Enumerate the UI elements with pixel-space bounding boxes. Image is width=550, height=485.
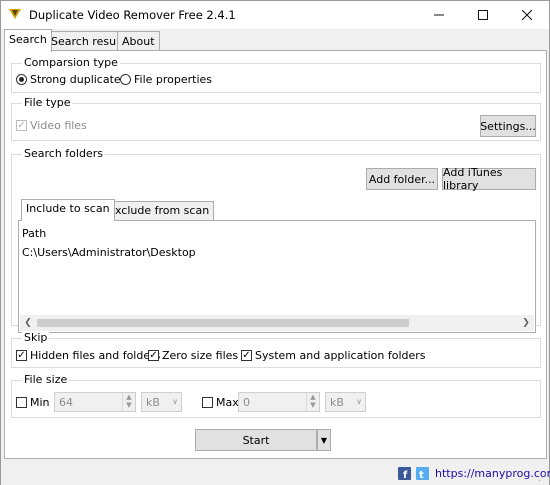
scan-tabs: Include to scan Exclude from scan Path C… [18, 199, 536, 333]
search-folders-group: Search folders Add folder... Add iTunes … [11, 147, 541, 333]
system-folders-label: System and application folders [255, 349, 426, 362]
max-size-checkbox[interactable]: Max [202, 396, 239, 409]
skip-title: Skip [22, 331, 50, 344]
close-icon [522, 10, 532, 20]
skip-group: Skip ✓ Hidden files and folders ✓ Zero s… [11, 331, 541, 368]
strong-duplicate-label: Strong duplicate [30, 73, 121, 86]
comparison-type-title: Comparsion type [22, 56, 120, 69]
list-item[interactable]: C:\Users\Administrator\Desktop [22, 246, 196, 259]
minimize-button[interactable] [417, 1, 461, 29]
chevron-down-icon: ∨ [356, 397, 362, 406]
max-size-value: 0 [243, 396, 250, 409]
checkbox-icon [16, 397, 27, 408]
search-tab-panel: Comparsion type Strong duplicate File pr… [4, 50, 547, 459]
min-label: Min [30, 396, 50, 409]
min-size-input[interactable]: 64 ▲ ▼ [54, 392, 136, 412]
app-window: Duplicate Video Remover Free 2.4.1 Searc… [0, 0, 550, 485]
file-size-group: File size Min 64 ▲ ▼ kB ∨ Max 0 ▲ ▼ kB ∨ [11, 373, 541, 418]
main-tabs: Search Search result About [1, 29, 549, 52]
add-itunes-library-button[interactable]: Add iTunes library [442, 166, 536, 192]
min-size-checkbox[interactable]: Min [16, 396, 50, 409]
zero-size-files-label: Zero size files [162, 349, 239, 362]
scrollbar-thumb[interactable] [37, 319, 409, 327]
comparison-type-group: Comparsion type Strong duplicate File pr… [11, 56, 541, 93]
include-panel: Path C:\Users\Administrator\Desktop ❮ ❯ [18, 220, 536, 333]
spin-arrows-icon[interactable]: ▲ ▼ [306, 393, 319, 411]
twitter-icon[interactable]: t [416, 467, 429, 480]
scroll-left-icon[interactable]: ❮ [20, 315, 36, 331]
add-folder-button[interactable]: Add folder... [366, 168, 438, 190]
title-bar: Duplicate Video Remover Free 2.4.1 [1, 1, 549, 29]
search-folders-title: Search folders [22, 147, 105, 160]
settings-button[interactable]: Settings... [480, 115, 536, 137]
checkmark-icon: ✓ [148, 350, 159, 361]
min-unit-value: kB [146, 396, 160, 409]
system-folders-checkbox[interactable]: ✓ System and application folders [241, 349, 426, 362]
min-size-value: 64 [59, 396, 73, 409]
scroll-right-icon[interactable]: ❯ [518, 315, 534, 331]
path-column-header[interactable]: Path [22, 227, 46, 240]
chevron-down-icon: ∨ [172, 397, 178, 406]
max-size-input[interactable]: 0 ▲ ▼ [238, 392, 320, 412]
max-unit-select[interactable]: kB ∨ [325, 392, 366, 412]
resize-grip-icon[interactable]: ⋰ [538, 473, 547, 483]
radio-unselected-icon [120, 74, 131, 85]
tab-exclude-from-scan[interactable]: Exclude from scan [103, 201, 215, 220]
max-unit-value: kB [330, 396, 344, 409]
horizontal-scrollbar[interactable]: ❮ ❯ [20, 315, 534, 331]
file-properties-label: File properties [134, 73, 213, 86]
max-label: Max [216, 396, 239, 409]
checkmark-icon: ✓ [16, 350, 27, 361]
maximize-icon [478, 10, 488, 20]
website-link[interactable]: https://manyprog.com [435, 467, 550, 480]
status-bar: f t https://manyprog.com ⋰ [1, 461, 550, 485]
start-options-button[interactable]: ▼ [317, 429, 331, 451]
file-type-group: File type ✓ Video files Settings... [11, 96, 541, 141]
svg-text:t: t [419, 470, 424, 480]
file-size-title: File size [22, 373, 70, 386]
folder-list[interactable]: Path C:\Users\Administrator\Desktop [20, 222, 534, 316]
checkmark-icon: ✓ [241, 350, 252, 361]
svg-text:f: f [403, 470, 408, 480]
checkbox-icon [202, 397, 213, 408]
file-properties-radio[interactable]: File properties [120, 73, 212, 86]
facebook-icon[interactable]: f [398, 467, 411, 480]
hidden-files-label: Hidden files and folders [30, 349, 161, 362]
min-unit-select[interactable]: kB ∨ [141, 392, 182, 412]
close-button[interactable] [505, 1, 549, 29]
tab-search[interactable]: Search [4, 29, 52, 52]
hidden-files-checkbox[interactable]: ✓ Hidden files and folders [16, 349, 160, 362]
tab-include-to-scan[interactable]: Include to scan [21, 199, 115, 221]
radio-selected-icon [16, 74, 27, 85]
start-button[interactable]: Start [195, 429, 317, 451]
tab-about[interactable]: About [117, 31, 160, 51]
dropdown-arrow-icon: ▼ [320, 435, 328, 445]
checkmark-icon: ✓ [16, 120, 27, 131]
video-files-label: Video files [30, 119, 87, 132]
maximize-button[interactable] [461, 1, 505, 29]
video-files-checkbox[interactable]: ✓ Video files [16, 119, 87, 132]
window-title: Duplicate Video Remover Free 2.4.1 [29, 8, 236, 22]
minimize-icon [434, 14, 444, 16]
spin-arrows-icon[interactable]: ▲ ▼ [122, 393, 135, 411]
file-type-title: File type [22, 96, 73, 109]
zero-size-files-checkbox[interactable]: ✓ Zero size files [148, 349, 238, 362]
strong-duplicate-radio[interactable]: Strong duplicate [16, 73, 121, 86]
app-logo-icon [9, 9, 21, 19]
